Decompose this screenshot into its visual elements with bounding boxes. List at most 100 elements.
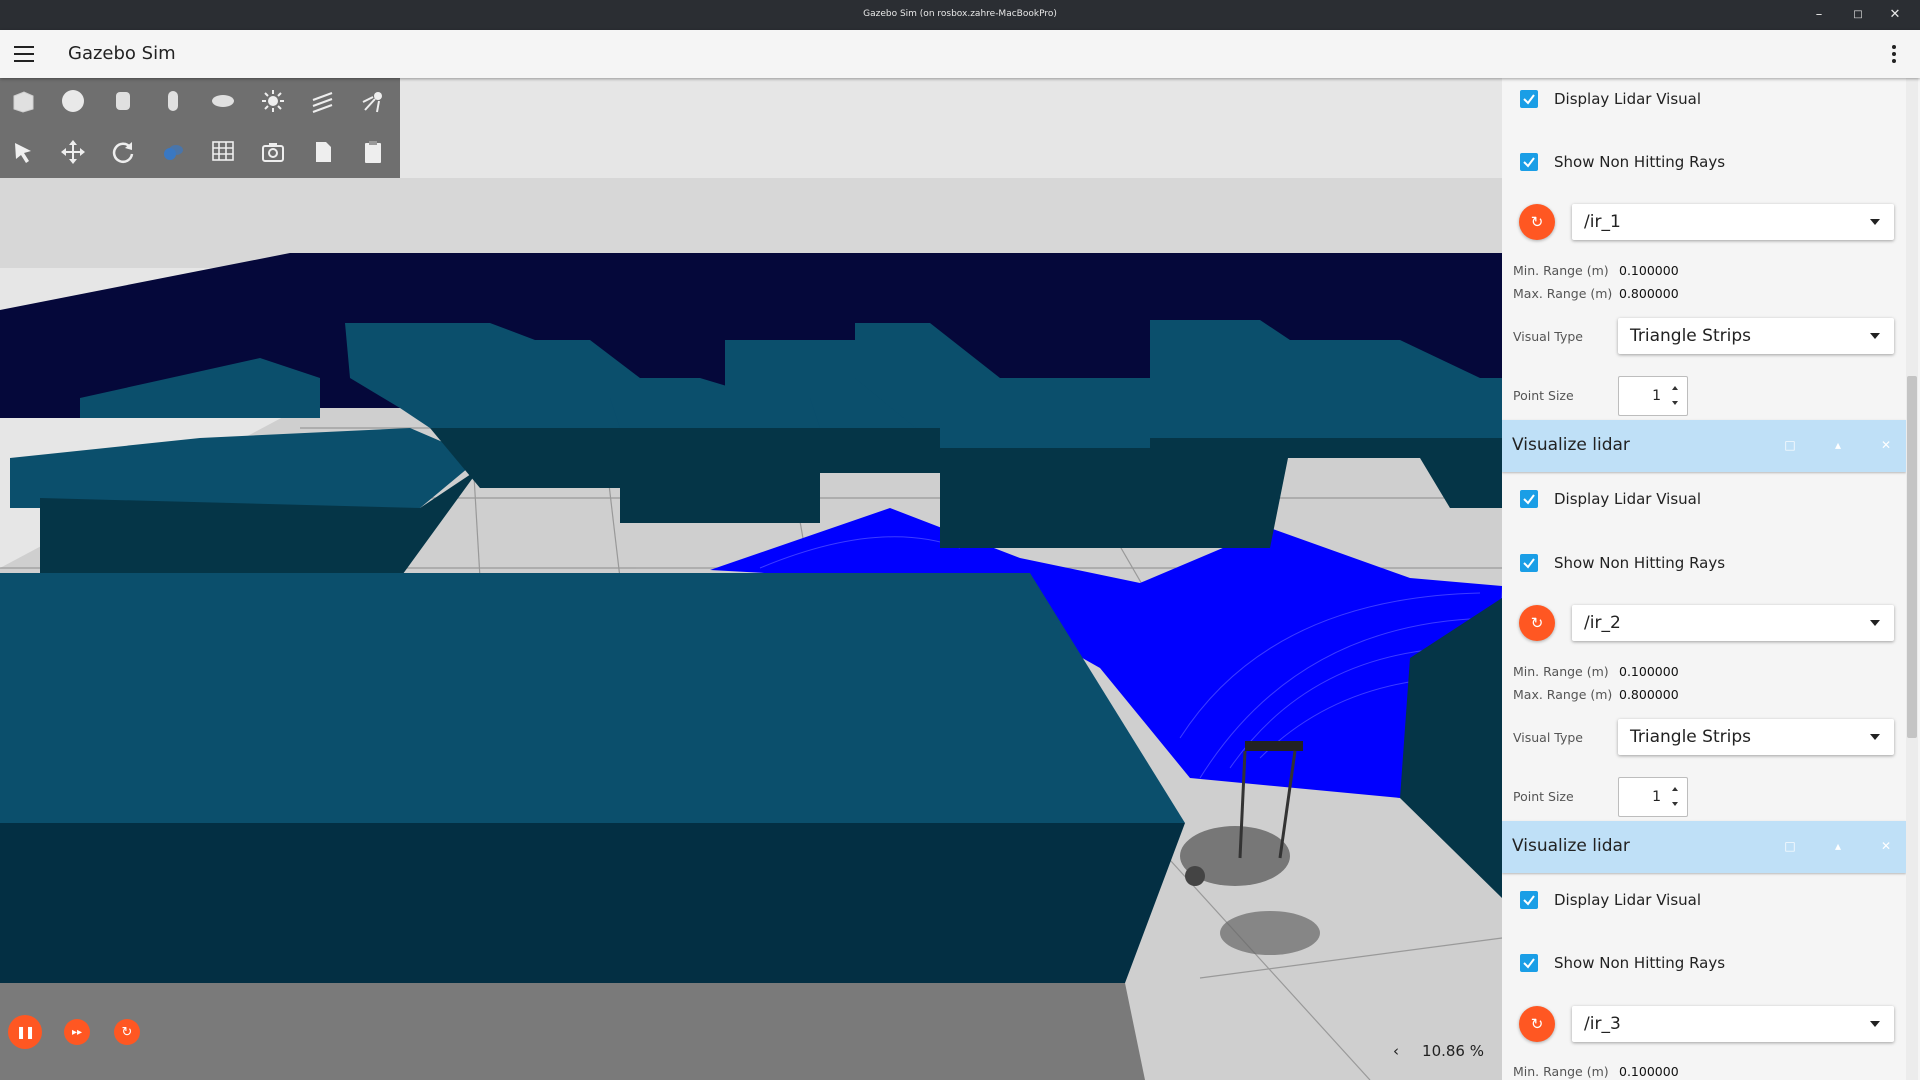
topic-dropdown-2[interactable]: /ir_2: [1572, 605, 1894, 641]
scene-3d-viewport[interactable]: ‹ 10.86 % ❚❚ ▸▸ ↻: [0, 78, 1502, 1080]
reset-button[interactable]: ↻: [114, 1019, 140, 1045]
show-non-hitting-label: Show Non Hitting Rays: [1554, 153, 1726, 171]
spin-down-icon[interactable]: [1672, 802, 1678, 806]
capsule-shape-icon[interactable]: [154, 82, 192, 120]
chevron-down-icon: [1870, 219, 1880, 225]
spin-down-icon[interactable]: [1672, 401, 1678, 405]
directional-light-icon[interactable]: [304, 82, 342, 120]
chevron-down-icon: [1870, 1021, 1880, 1027]
refresh-topics-button-3[interactable]: ↻: [1519, 1006, 1555, 1042]
checkbox-checked-icon[interactable]: [1520, 954, 1538, 972]
grid-snap-icon[interactable]: [204, 133, 242, 171]
chevron-down-icon: [1870, 333, 1880, 339]
chevron-down-icon: [1870, 734, 1880, 740]
right-panel: Display Lidar Visual Show Non Hitting Ra…: [1502, 78, 1920, 1080]
select-arrow-icon[interactable]: [4, 133, 42, 171]
app-bar: Gazebo Sim: [0, 30, 1920, 78]
topic-value: /ir_2: [1584, 613, 1621, 633]
sphere-shape-icon[interactable]: [54, 82, 92, 120]
display-lidar-label: Display Lidar Visual: [1554, 891, 1702, 909]
transform-control-icon[interactable]: [154, 133, 192, 171]
spin-up-icon[interactable]: [1672, 787, 1678, 791]
topic-dropdown-3[interactable]: /ir_3: [1572, 1006, 1894, 1042]
cylinder-shape-icon[interactable]: [104, 82, 142, 120]
max-range-label: Max. Range (m): [1513, 687, 1613, 702]
point-size-label: Point Size: [1513, 789, 1574, 804]
translate-move-icon[interactable]: [54, 133, 92, 171]
collapse-button[interactable]: ▴: [1828, 435, 1848, 455]
close-plugin-button[interactable]: ✕: [1876, 836, 1896, 856]
max-range-label: Max. Range (m): [1513, 286, 1613, 301]
paste-icon[interactable]: [354, 133, 392, 171]
show-non-hitting-checkbox-2[interactable]: Show Non Hitting Rays: [1520, 552, 1725, 574]
copy-icon[interactable]: [304, 133, 342, 171]
show-non-hitting-label: Show Non Hitting Rays: [1554, 554, 1726, 572]
plugin-title: Visualize lidar: [1512, 435, 1630, 455]
spot-light-icon[interactable]: [354, 82, 392, 120]
point-size-spinbox-2[interactable]: 1: [1618, 777, 1688, 817]
checkbox-checked-icon[interactable]: [1520, 90, 1538, 108]
checkbox-checked-icon[interactable]: [1520, 490, 1538, 508]
show-non-hitting-checkbox-3[interactable]: Show Non Hitting Rays: [1520, 952, 1725, 974]
app-title: Gazebo Sim: [68, 43, 176, 64]
max-range-value: 0.800000: [1619, 286, 1679, 301]
checkbox-checked-icon[interactable]: [1520, 891, 1538, 909]
rotate-icon[interactable]: [104, 133, 142, 171]
visual-type-value: Triangle Strips: [1630, 727, 1751, 747]
show-non-hitting-label: Show Non Hitting Rays: [1554, 954, 1726, 972]
zoom-collapse-icon[interactable]: ‹: [1393, 1042, 1399, 1060]
plugin-title: Visualize lidar: [1512, 836, 1630, 856]
plugin-header-2: Visualize lidar □ ▴ ✕: [1502, 420, 1906, 472]
chevron-down-icon: [1870, 620, 1880, 626]
sun-light-icon[interactable]: [254, 82, 292, 120]
visual-type-value: Triangle Strips: [1630, 326, 1751, 346]
refresh-topics-button-1[interactable]: ↻: [1519, 204, 1555, 240]
min-range-value: 0.100000: [1619, 263, 1679, 278]
topic-value: /ir_3: [1584, 1014, 1621, 1034]
min-range-value: 0.100000: [1619, 1064, 1679, 1079]
collapse-button[interactable]: ▴: [1828, 836, 1848, 856]
ellipsoid-shape-icon[interactable]: [204, 82, 242, 120]
plugin-header-3: Visualize lidar □ ▴ ✕: [1502, 821, 1906, 873]
min-range-label: Min. Range (m): [1513, 263, 1609, 278]
visual-type-dropdown-2[interactable]: Triangle Strips: [1618, 719, 1894, 755]
minimize-button[interactable]: –: [1810, 6, 1828, 24]
max-range-value: 0.800000: [1619, 687, 1679, 702]
camera-screenshot-icon[interactable]: [254, 133, 292, 171]
display-lidar-label: Display Lidar Visual: [1554, 490, 1702, 508]
window-title: Gazebo Sim (on rosbox.zahre-MacBookPro): [863, 9, 1057, 19]
display-lidar-checkbox-1[interactable]: Display Lidar Visual: [1520, 88, 1701, 110]
display-lidar-label: Display Lidar Visual: [1554, 90, 1702, 108]
min-range-value: 0.100000: [1619, 664, 1679, 679]
visual-type-label: Visual Type: [1513, 329, 1584, 344]
display-lidar-checkbox-3[interactable]: Display Lidar Visual: [1520, 889, 1701, 911]
step-button[interactable]: ▸▸: [64, 1019, 90, 1045]
menu-icon[interactable]: [14, 46, 34, 62]
panel-scrollbar-thumb[interactable]: [1907, 376, 1917, 738]
close-window-button[interactable]: ✕: [1886, 6, 1904, 24]
float-window-button[interactable]: □: [1780, 435, 1800, 455]
display-lidar-checkbox-2[interactable]: Display Lidar Visual: [1520, 488, 1701, 510]
visual-type-dropdown-1[interactable]: Triangle Strips: [1618, 318, 1894, 354]
float-window-button[interactable]: □: [1780, 836, 1800, 856]
tool-bar: [0, 78, 400, 178]
point-size-spinbox-1[interactable]: 1: [1618, 376, 1688, 416]
min-range-label: Min. Range (m): [1513, 664, 1609, 679]
checkbox-checked-icon[interactable]: [1520, 153, 1538, 171]
visual-type-label: Visual Type: [1513, 730, 1584, 745]
window-titlebar: Gazebo Sim (on rosbox.zahre-MacBookPro) …: [0, 0, 1920, 30]
more-options-icon[interactable]: [1892, 45, 1898, 65]
point-size-value: 1: [1652, 789, 1661, 805]
show-non-hitting-checkbox-1[interactable]: Show Non Hitting Rays: [1520, 151, 1725, 173]
spin-up-icon[interactable]: [1672, 386, 1678, 390]
close-plugin-button[interactable]: ✕: [1876, 435, 1896, 455]
topic-dropdown-1[interactable]: /ir_1: [1572, 204, 1894, 240]
maximize-button[interactable]: □: [1849, 6, 1867, 24]
point-size-label: Point Size: [1513, 388, 1574, 403]
box-shape-icon[interactable]: [4, 82, 42, 120]
topic-value: /ir_1: [1584, 212, 1621, 232]
refresh-topics-button-2[interactable]: ↻: [1519, 605, 1555, 641]
pause-button[interactable]: ❚❚: [8, 1015, 42, 1049]
checkbox-checked-icon[interactable]: [1520, 554, 1538, 572]
real-time-factor: 10.86 %: [1422, 1042, 1484, 1060]
